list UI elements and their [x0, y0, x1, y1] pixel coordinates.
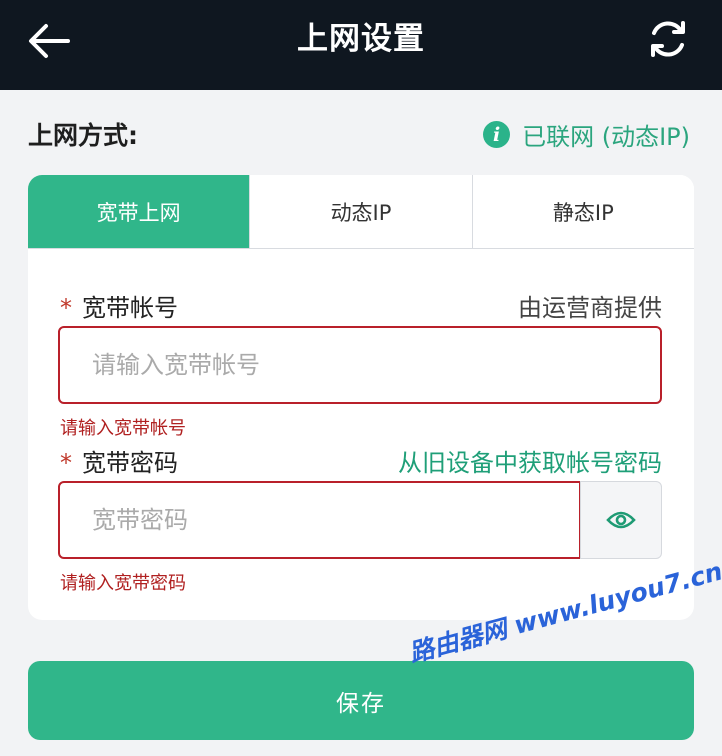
tab-static-ip[interactable]: 静态IP	[471, 175, 694, 248]
connection-status-text: 已联网 (动态IP)	[522, 123, 690, 151]
toggle-password-visibility-button[interactable]	[580, 481, 662, 559]
save-button[interactable]: 保存	[28, 661, 694, 740]
password-input[interactable]	[58, 481, 581, 559]
account-input[interactable]	[58, 326, 662, 404]
password-label-text: 宽带密码	[82, 449, 178, 477]
refresh-button[interactable]	[643, 14, 693, 64]
password-error: 请输入宽带密码	[60, 573, 186, 594]
get-credentials-link[interactable]: 从旧设备中获取帐号密码	[398, 443, 662, 478]
required-mark: *	[60, 449, 72, 477]
eye-icon	[606, 511, 636, 529]
required-mark: *	[60, 294, 72, 322]
account-label: * 宽带帐号	[60, 288, 178, 323]
account-hint: 由运营商提供	[518, 294, 662, 322]
connection-mode-row: 上网方式: i 已联网 (动态IP)	[0, 110, 722, 160]
settings-card: 宽带上网 动态IP 静态IP * 宽带帐号 由运营商提供 请输入宽带帐号 * 宽带密…	[28, 175, 694, 620]
refresh-icon	[651, 21, 685, 57]
tab-broadband[interactable]: 宽带上网	[28, 175, 250, 248]
password-label: * 宽带密码	[60, 443, 178, 478]
account-error: 请输入宽带帐号	[60, 418, 186, 439]
connection-status: i 已联网 (动态IP)	[483, 117, 690, 152]
info-icon: i	[483, 121, 511, 148]
top-bar: 上网设置	[0, 0, 722, 90]
account-label-text: 宽带帐号	[82, 294, 178, 322]
connection-mode-label: 上网方式:	[28, 121, 138, 150]
tab-dynamic-ip[interactable]: 动态IP	[249, 175, 472, 248]
connection-type-tabs: 宽带上网 动态IP 静态IP	[28, 175, 694, 249]
page-title: 上网设置	[297, 21, 425, 57]
